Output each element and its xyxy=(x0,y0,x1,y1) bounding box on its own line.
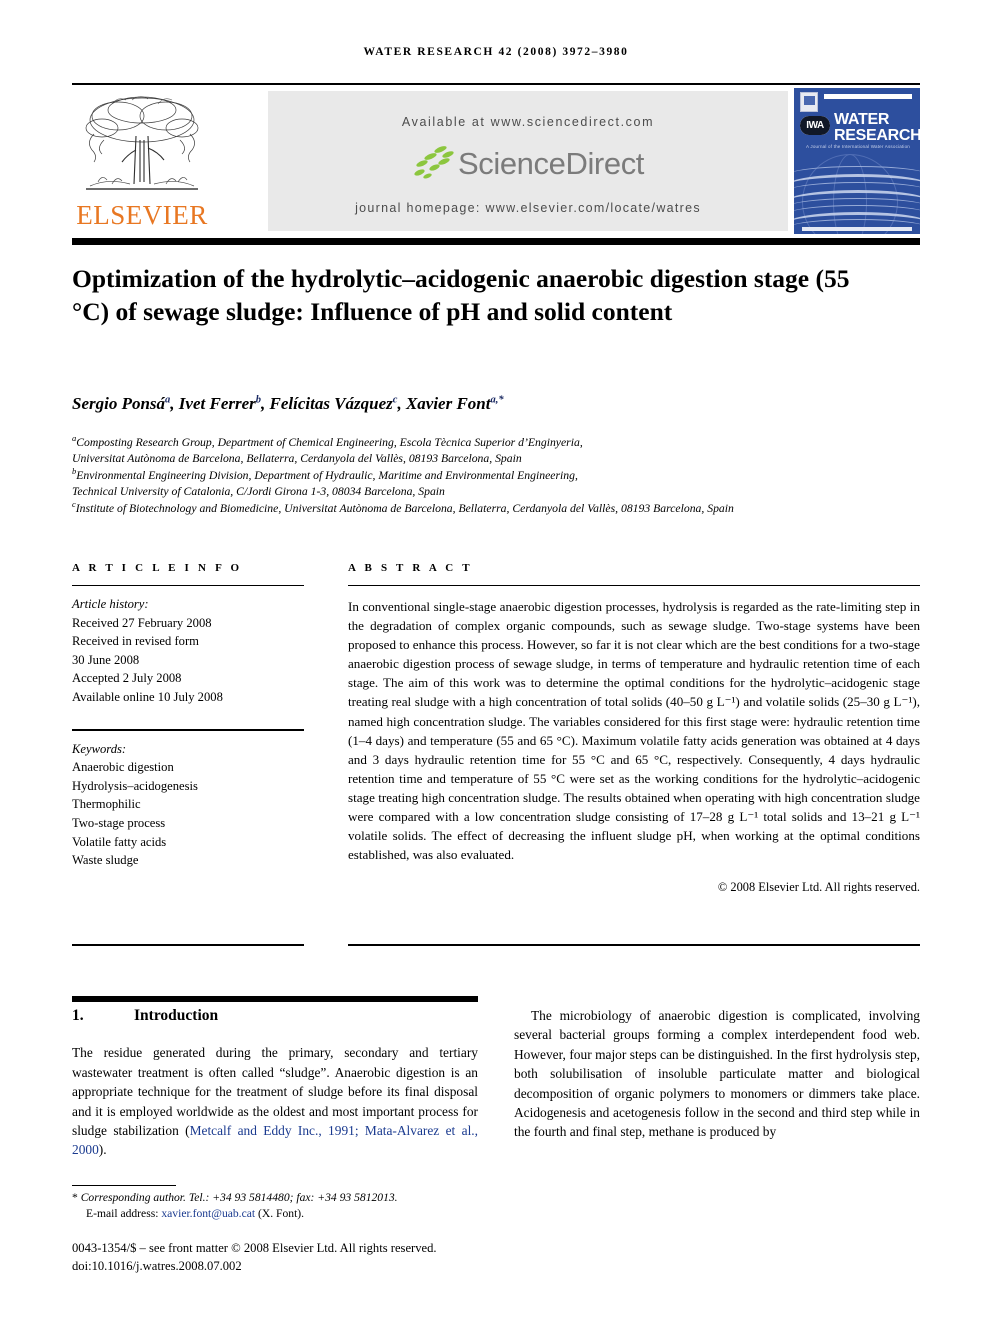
doi-line: doi:10.1016/j.watres.2008.07.002 xyxy=(72,1258,242,1273)
journal-cover-thumbnail: IWA WATER RESEARCH A Journal of the Inte… xyxy=(794,88,920,234)
elsevier-logo: ELSEVIER xyxy=(72,88,212,234)
affiliation-mark: a xyxy=(72,433,77,444)
cover-corner-logo-icon xyxy=(800,92,818,112)
cover-top-bar xyxy=(824,94,912,99)
author-list: Sergio Ponsáa, Ivet Ferrerb, Felícitas V… xyxy=(72,394,504,413)
author-affiliation-mark: c xyxy=(392,394,398,406)
cover-title: WATER RESEARCH xyxy=(834,111,920,144)
introduction-heading: 1. Introduction xyxy=(72,1006,478,1025)
article-history-item: Received 27 February 2008 xyxy=(72,615,212,630)
info-closing-rule xyxy=(72,944,304,946)
article-history-item: Accepted 2 July 2008 xyxy=(72,671,182,686)
abstract-column: A B S T R A C T In conventional single-s… xyxy=(348,562,920,895)
sciencedirect-wordmark: ScienceDirect xyxy=(457,146,645,181)
email-link[interactable]: xavier.font@uab.cat xyxy=(161,1207,255,1220)
article-info-column: A R T I C L E I N F O Article history: R… xyxy=(72,562,304,870)
article-history-item: Received in revised form xyxy=(72,634,199,649)
sciencedirect-leaves-icon xyxy=(412,144,456,181)
keyword-item: Two-stage process xyxy=(72,815,166,830)
banner-top-rule xyxy=(72,83,920,85)
intro-text-part2: ). xyxy=(98,1142,107,1158)
running-head: WATER RESEARCH 42 (2008) 3972–3980 xyxy=(363,46,629,58)
introduction-paragraph-left: The residue generated during the primary… xyxy=(72,1043,478,1159)
article-page: WATER RESEARCH 42 (2008) 3972–3980 ELSEV… xyxy=(0,0,992,1323)
cover-subtitle: A Journal of the International Water Ass… xyxy=(806,144,910,149)
article-history: Article history: Received 27 February 20… xyxy=(72,595,304,707)
imprint-block: 0043-1354/$ – see front matter © 2008 El… xyxy=(72,1240,592,1275)
abstract-heading: A B S T R A C T xyxy=(348,562,473,574)
page-title: Optimization of the hydrolytic–acidogeni… xyxy=(72,264,850,326)
cover-title-line2: RESEARCH xyxy=(834,126,920,144)
introduction-column-left: 1. Introduction The residue generated dur… xyxy=(72,1006,478,1160)
sciencedirect-logo: ScienceDirect xyxy=(268,144,788,188)
introduction-title: Introduction xyxy=(134,1007,219,1024)
available-at-text: Available at www.sciencedirect.com xyxy=(401,115,655,129)
article-history-item: 30 June 2008 xyxy=(72,652,140,667)
front-matter-line: 0043-1354/$ – see front matter © 2008 El… xyxy=(72,1241,437,1255)
affiliation-list: aComposting Research Group, Department o… xyxy=(72,433,932,517)
banner-bottom-rule xyxy=(72,238,920,245)
abstract-text: In conventional single-stage anaerobic d… xyxy=(348,599,920,863)
keyword-item: Thermophilic xyxy=(72,797,141,812)
journal-homepage-text: journal homepage: www.elsevier.com/locat… xyxy=(355,201,701,215)
cover-title-line1: WATER xyxy=(834,111,890,128)
author-affiliation-mark: a xyxy=(165,394,171,406)
keywords-rule xyxy=(72,728,304,731)
corresponding-author-text: Corresponding author. Tel.: +34 93 58144… xyxy=(80,1191,398,1204)
corresponding-author-line: * Corresponding author. Tel.: +34 93 581… xyxy=(72,1190,512,1206)
article-history-items: Received 27 February 2008 Received in rev… xyxy=(72,614,304,707)
keyword-item: Waste sludge xyxy=(72,853,139,868)
email-line: E-mail address: xavier.font@uab.cat (X. … xyxy=(72,1206,512,1222)
abstract-closing-rule xyxy=(348,944,920,946)
elsevier-tree-icon xyxy=(85,96,199,190)
article-history-label: Article history: xyxy=(72,597,149,611)
iwa-logo-icon: IWA xyxy=(800,116,830,135)
email-label: E-mail address: xyxy=(86,1207,159,1221)
abstract-rule xyxy=(348,585,920,586)
keywords-block: Keywords: Anaerobic digestion Hydrolysis–… xyxy=(72,740,304,870)
affiliation-line: Universitat Autònoma de Barcelona, Bella… xyxy=(72,452,522,466)
article-info-rule xyxy=(72,585,304,586)
introduction-column-right: The microbiology of anaerobic digestion … xyxy=(514,1006,920,1142)
footnote-rule xyxy=(72,1185,176,1186)
affiliation-mark: b xyxy=(72,465,77,476)
keyword-item: Hydrolysis–acidogenesis xyxy=(72,778,198,793)
cover-bottom-bar xyxy=(802,227,912,231)
introduction-paragraph-right: The microbiology of anaerobic digestion … xyxy=(514,1008,920,1140)
author-affiliation-mark: a,* xyxy=(490,394,504,406)
affiliation-line: bEnvironmental Engineering Division, Dep… xyxy=(72,465,578,482)
author-name: Sergio Ponsá xyxy=(72,394,166,413)
elsevier-wordmark: ELSEVIER xyxy=(76,200,208,230)
author-name: Felícitas Vázquez xyxy=(269,394,393,413)
publisher-banner: ELSEVIER Available at www.sciencedirect.… xyxy=(72,88,920,234)
affiliation-line: Technical University of Catalonia, C/Jor… xyxy=(72,485,445,499)
affiliation-line: cInstitute of Biotechnology and Biomedic… xyxy=(72,498,734,515)
corresponding-author-note: * Corresponding author. Tel.: +34 93 581… xyxy=(72,1190,512,1223)
affiliation-mark: c xyxy=(72,498,76,509)
article-history-item: Available online 10 July 2008 xyxy=(72,689,223,704)
introduction-number: 1. xyxy=(72,1007,84,1024)
corresponding-author-marker: * xyxy=(72,1191,78,1204)
author-affiliation-mark: b xyxy=(255,394,262,406)
affiliation-line: aComposting Research Group, Department o… xyxy=(72,433,583,449)
email-suffix: (X. Font). xyxy=(258,1207,305,1221)
author-name: Ivet Ferrer xyxy=(178,394,256,413)
keyword-item: Anaerobic digestion xyxy=(72,760,174,775)
abstract-copyright: © 2008 Elsevier Ltd. All rights reserved… xyxy=(717,880,920,895)
author-name: Xavier Font xyxy=(405,394,491,413)
article-info-heading: A R T I C L E I N F O xyxy=(72,562,243,574)
keywords-items: Anaerobic digestion Hydrolysis–acidogenes… xyxy=(72,758,304,870)
keyword-item: Volatile fatty acids xyxy=(72,834,167,849)
sciencedirect-box: Available at www.sciencedirect.com Scien… xyxy=(268,91,788,231)
introduction-rule xyxy=(72,996,478,1002)
keywords-label: Keywords: xyxy=(72,741,127,756)
